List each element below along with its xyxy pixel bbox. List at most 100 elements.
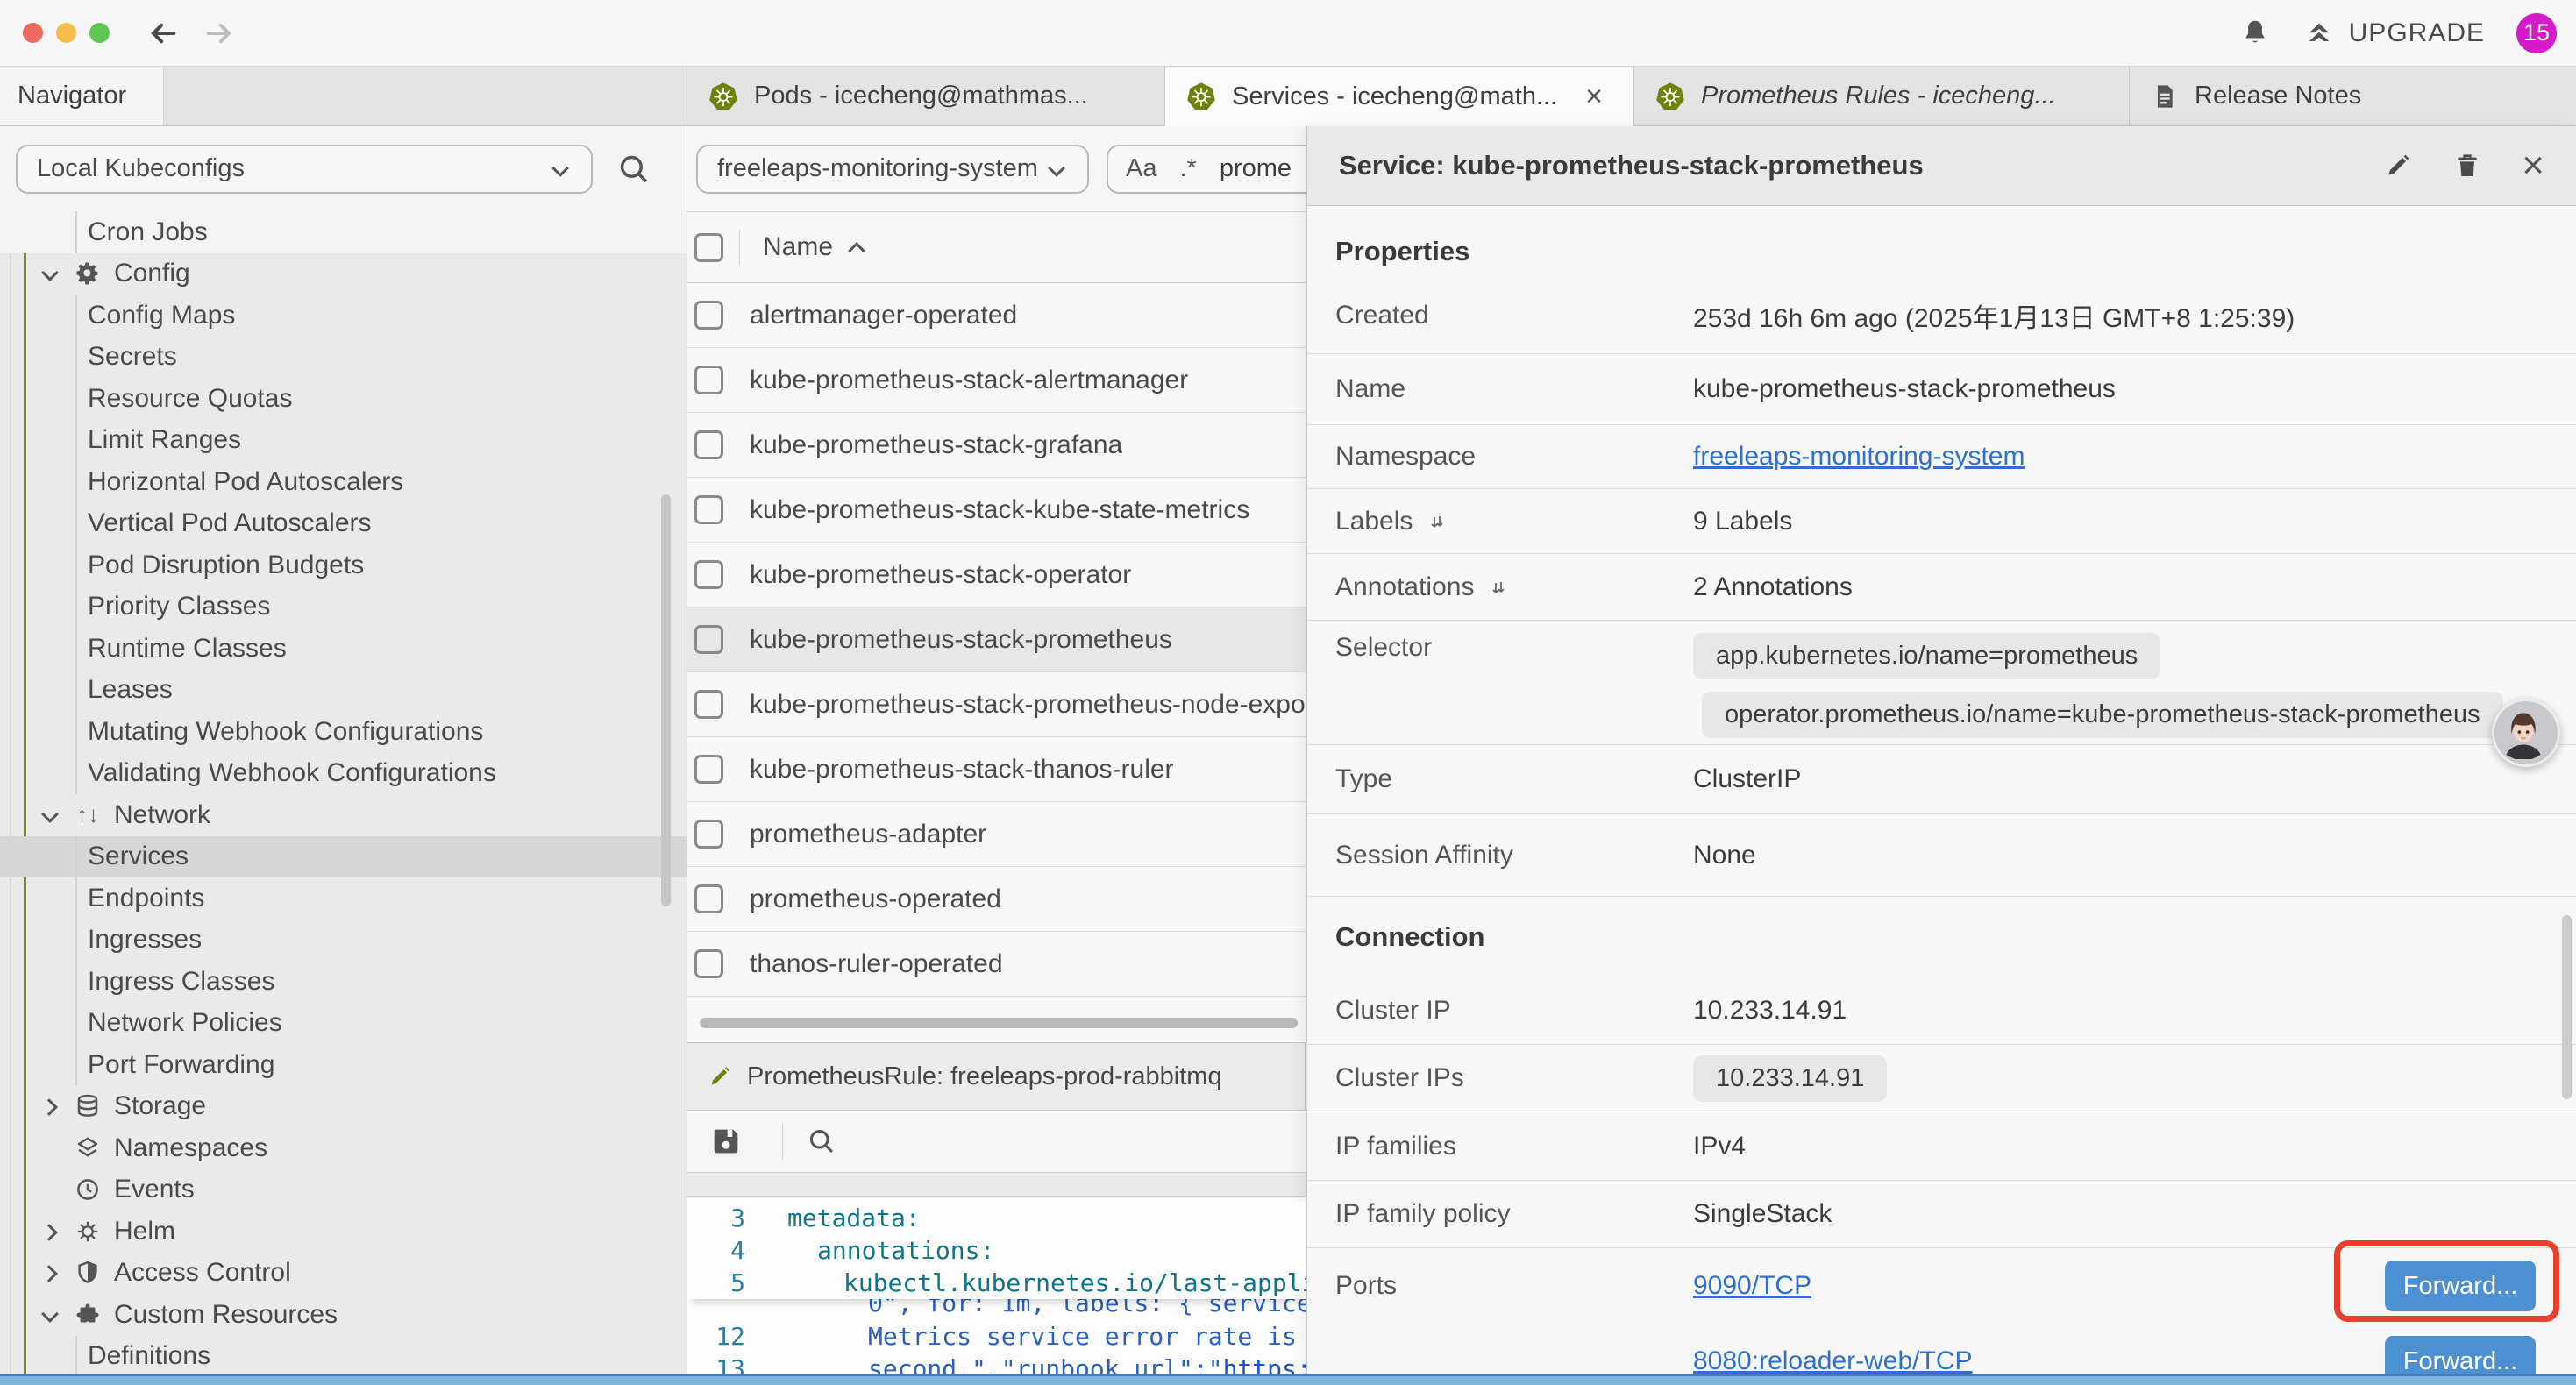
zoom-window-button[interactable] [89, 23, 110, 43]
row-checkbox[interactable] [694, 820, 723, 849]
property-row-created: Created 253d 16h 6m ago (2025年1月13日 GMT+… [1307, 278, 2576, 354]
delete-icon[interactable] [2453, 151, 2481, 181]
close-tab-icon[interactable]: × [1585, 80, 1603, 114]
row-checkbox[interactable] [694, 430, 723, 459]
tab-pods[interactable]: Pods - icecheng@mathmas... [687, 67, 1165, 125]
expand-sort-icon[interactable] [1427, 511, 1448, 532]
sidebar-item-horizontal-pod-autoscalers[interactable]: Horizontal Pod Autoscalers [0, 461, 687, 503]
kubernetes-icon [708, 82, 738, 111]
row-checkbox[interactable] [694, 690, 723, 719]
back-button[interactable] [145, 16, 180, 51]
sidebar-item-definitions[interactable]: Definitions [0, 1336, 687, 1378]
sidebar-item-config-maps[interactable]: Config Maps [0, 295, 687, 337]
editor-search-icon[interactable] [806, 1126, 837, 1157]
sidebar-group-access-control[interactable]: Access Control [0, 1253, 687, 1295]
chevron-down-icon [39, 1303, 61, 1326]
port-link[interactable]: 8080:reloader-web/TCP [1693, 1346, 1973, 1376]
sidebar-group-helm[interactable]: Helm [0, 1211, 687, 1253]
notifications-bell-icon[interactable] [2238, 17, 2272, 50]
upgrade-button[interactable]: UPGRADE [2303, 18, 2485, 49]
row-checkbox[interactable] [694, 366, 723, 394]
sidebar-item-ingress-classes[interactable]: Ingress Classes [0, 961, 687, 1003]
sidebar-item-resource-quotas[interactable]: Resource Quotas [0, 378, 687, 420]
table-row[interactable]: alertmanager-operated [687, 283, 1306, 348]
forward-port-button[interactable]: Forward... [2385, 1261, 2536, 1311]
table-row[interactable]: kube-prometheus-stack-alertmanager [687, 348, 1306, 413]
yaml-editor[interactable]: 3metadata: 4annotations: 5kubectl.kubern… [687, 1197, 1306, 1378]
row-checkbox[interactable] [694, 884, 723, 913]
sidebar-item-vertical-pod-autoscalers[interactable]: Vertical Pod Autoscalers [0, 503, 687, 545]
expand-sort-icon[interactable] [1488, 577, 1509, 598]
table-row[interactable]: prometheus-adapter [687, 802, 1306, 867]
section-heading-connection: Connection [1307, 897, 2576, 977]
row-checkbox[interactable] [694, 301, 723, 330]
row-checkbox[interactable] [694, 560, 723, 589]
namespace-link[interactable]: freeleaps-monitoring-system [1693, 442, 2025, 472]
sidebar-item-secrets[interactable]: Secrets [0, 337, 687, 379]
sidebar-group-config[interactable]: Config [0, 253, 687, 295]
table-row[interactable]: prometheus-operated [687, 867, 1306, 932]
tab-release-notes[interactable]: Release Notes [2130, 67, 2576, 125]
tab-prometheus-rules[interactable]: Prometheus Rules - icecheng... [1634, 67, 2130, 125]
table-row[interactable]: thanos-ruler-operated [687, 932, 1306, 997]
row-checkbox[interactable] [694, 949, 723, 978]
tab-services[interactable]: Services - icecheng@math... × [1165, 67, 1634, 126]
sidebar-item-limit-ranges[interactable]: Limit Ranges [0, 420, 687, 462]
table-row[interactable]: kube-prometheus-stack-prometheus-node-ex… [687, 672, 1306, 737]
sidebar-item-ingresses[interactable]: Ingresses [0, 920, 687, 962]
sidebar-item-services[interactable]: Services [0, 836, 687, 878]
namespace-selector[interactable]: freeleaps-monitoring-system [696, 145, 1089, 194]
editor-tab-prometheusrule[interactable]: PrometheusRule: freeleaps-prod-rabbitmq [687, 1043, 1306, 1110]
kubeconfig-selector[interactable]: Local Kubeconfigs [16, 145, 593, 194]
table-row-selected[interactable]: kube-prometheus-stack-prometheus [687, 607, 1306, 672]
table-row[interactable]: kube-prometheus-stack-kube-state-metrics [687, 478, 1306, 543]
tab-navigator[interactable]: Navigator [0, 67, 164, 125]
sidebar-search-icon[interactable] [616, 151, 652, 188]
sidebar-item-endpoints[interactable]: Endpoints [0, 877, 687, 920]
sidebar-group-network[interactable]: ↑↓ Network [0, 794, 687, 836]
sidebar-item-namespaces[interactable]: Namespaces [0, 1127, 687, 1169]
detail-scrollbar[interactable] [2562, 915, 2572, 1099]
close-panel-icon[interactable]: × [2522, 146, 2544, 185]
minimize-window-button[interactable] [56, 23, 76, 43]
notification-count-badge[interactable]: 15 [2516, 13, 2557, 53]
sidebar-item-leases[interactable]: Leases [0, 670, 687, 712]
filter-query: prome [1220, 154, 1292, 183]
table-row[interactable]: kube-prometheus-stack-thanos-ruler [687, 737, 1306, 802]
sidebar-item-cron-jobs[interactable]: Cron Jobs [0, 211, 687, 253]
sidebar-group-custom-resources[interactable]: Custom Resources [0, 1294, 687, 1336]
table-row[interactable]: kube-prometheus-stack-operator [687, 543, 1306, 607]
match-case-toggle[interactable]: Aa [1126, 154, 1156, 183]
avatar[interactable] [2492, 699, 2560, 767]
regex-toggle[interactable]: .* [1179, 154, 1196, 183]
network-arrows-icon: ↑↓ [74, 801, 102, 829]
property-row-name: Name kube-prometheus-stack-prometheus [1307, 354, 2576, 425]
port-link[interactable]: 9090/TCP [1693, 1271, 1811, 1301]
close-window-button[interactable] [23, 23, 43, 43]
forward-port-button[interactable]: Forward... [2385, 1336, 2536, 1378]
filter-input[interactable]: Aa .* prome [1107, 145, 1306, 194]
sidebar-item-pod-disruption-budgets[interactable]: Pod Disruption Budgets [0, 544, 687, 586]
service-detail-panel: Service: kube-prometheus-stack-prometheu… [1307, 126, 2576, 1378]
row-checkbox[interactable] [694, 495, 723, 524]
sidebar-group-storage[interactable]: Storage [0, 1086, 687, 1128]
row-checkbox[interactable] [694, 755, 723, 784]
column-header-name[interactable]: Name [763, 232, 866, 262]
chevron-right-icon [39, 1095, 61, 1118]
sidebar-item-runtime-classes[interactable]: Runtime Classes [0, 628, 687, 670]
save-icon[interactable] [708, 1124, 744, 1159]
table-row[interactable]: kube-prometheus-stack-grafana [687, 413, 1306, 478]
sidebar-scrollbar[interactable] [661, 494, 671, 906]
sidebar-item-priority-classes[interactable]: Priority Classes [0, 586, 687, 629]
edit-icon[interactable] [2383, 151, 2413, 181]
sidebar-item-port-forwarding[interactable]: Port Forwarding [0, 1044, 687, 1086]
forward-button[interactable] [203, 16, 238, 51]
sidebar-item-events[interactable]: Events [0, 1169, 687, 1211]
horizontal-scrollbar[interactable] [700, 1018, 1298, 1028]
sidebar-item-network-policies[interactable]: Network Policies [0, 1003, 687, 1045]
select-all-checkbox[interactable] [694, 233, 723, 262]
row-checkbox[interactable] [694, 625, 723, 654]
sidebar-item-mutating-webhook-configurations[interactable]: Mutating Webhook Configurations [0, 711, 687, 753]
sidebar-item-validating-webhook-configurations[interactable]: Validating Webhook Configurations [0, 753, 687, 795]
tab-label: Prometheus Rules - icecheng... [1701, 82, 2056, 110]
